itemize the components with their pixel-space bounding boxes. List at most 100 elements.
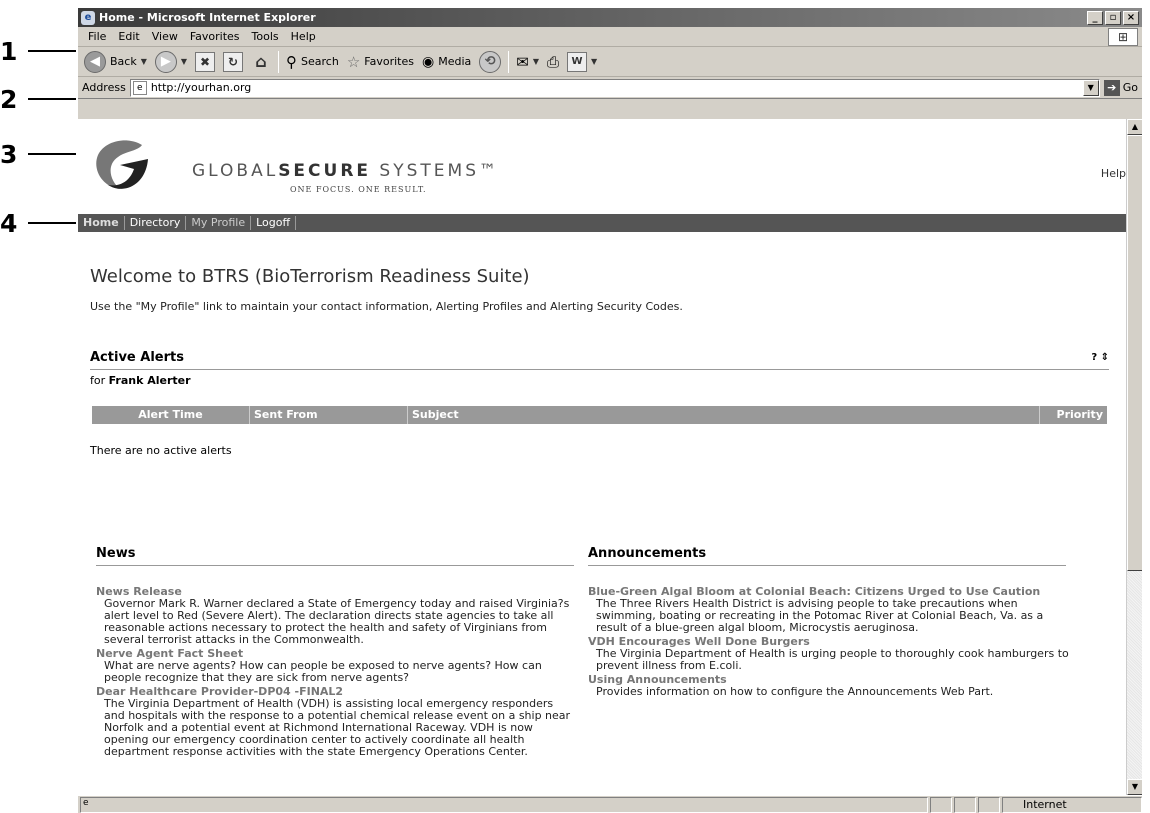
callout-line bbox=[28, 98, 76, 100]
stop-button[interactable]: ✖ bbox=[191, 49, 219, 75]
callout-number: 2 bbox=[0, 84, 18, 114]
search-icon: ⚲ bbox=[286, 52, 298, 71]
mail-icon: ✉ bbox=[516, 52, 529, 71]
back-button[interactable]: ◀ Back ▼ bbox=[80, 49, 151, 75]
address-field[interactable]: e ▼ bbox=[129, 78, 1100, 97]
toolbar-separator bbox=[508, 50, 510, 73]
mail-button[interactable]: ✉ ▼ bbox=[512, 49, 543, 75]
nav-directory[interactable]: Directory bbox=[125, 216, 187, 230]
menu-tools[interactable]: Tools bbox=[246, 30, 285, 43]
callout-4: 4 bbox=[0, 210, 76, 236]
go-button[interactable]: ➔ Go bbox=[1100, 79, 1142, 96]
alerts-for-user: for Frank Alerter bbox=[90, 374, 191, 387]
column-alert-time[interactable]: Alert Time bbox=[92, 406, 250, 424]
scroll-down-icon[interactable]: ▼ bbox=[1127, 779, 1142, 795]
maximize-button[interactable]: ▫ bbox=[1105, 10, 1121, 25]
intro-text: Use the "My Profile" link to maintain yo… bbox=[90, 300, 683, 313]
nav-my-profile[interactable]: My Profile bbox=[186, 216, 252, 230]
status-page-icon: e bbox=[80, 796, 928, 813]
menu-help[interactable]: Help bbox=[285, 30, 322, 43]
announcements-title: Announcements bbox=[588, 546, 1066, 566]
status-cell bbox=[978, 796, 1000, 813]
nav-logoff[interactable]: Logoff bbox=[251, 216, 297, 230]
scroll-thumb[interactable] bbox=[1127, 135, 1142, 571]
title-bar[interactable]: e Home - Microsoft Internet Explorer _ ▫… bbox=[78, 8, 1142, 27]
refresh-button[interactable]: ↻ bbox=[219, 49, 247, 75]
media-icon: ◉ bbox=[421, 53, 435, 70]
window-title: Home - Microsoft Internet Explorer bbox=[99, 11, 316, 24]
search-label: Search bbox=[301, 55, 339, 68]
menu-edit[interactable]: Edit bbox=[112, 30, 145, 43]
callout-line bbox=[28, 222, 76, 224]
news-item-desc: Governor Mark R. Warner declared a State… bbox=[104, 597, 570, 646]
vertical-scrollbar[interactable]: ▲ ▼ bbox=[1126, 119, 1142, 795]
welcome-heading: Welcome to BTRS (BioTerrorism Readiness … bbox=[90, 266, 530, 287]
media-label: Media bbox=[438, 55, 472, 68]
menu-bar: File Edit View Favorites Tools Help ⊞ bbox=[78, 27, 1142, 47]
browser-window: e Home - Microsoft Internet Explorer _ ▫… bbox=[78, 8, 1142, 813]
column-priority[interactable]: Priority bbox=[1040, 406, 1107, 424]
brand-rest: SYSTEMS™ bbox=[371, 161, 499, 181]
home-icon: ⌂ bbox=[255, 52, 267, 71]
column-sent-from[interactable]: Sent From bbox=[250, 406, 408, 424]
print-button[interactable]: ⎙ bbox=[543, 49, 563, 75]
chevron-down-icon: ▼ bbox=[591, 57, 598, 66]
refresh-icon: ↻ bbox=[223, 51, 244, 72]
status-zone: Internet bbox=[1002, 796, 1142, 813]
back-label: Back bbox=[110, 55, 137, 68]
favorites-button[interactable]: ☆ Favorites bbox=[343, 49, 418, 75]
announcement-item-desc: The Three Rivers Health District is advi… bbox=[596, 597, 1044, 634]
help-link[interactable]: Help bbox=[1101, 167, 1126, 180]
scroll-up-icon[interactable]: ▲ bbox=[1127, 119, 1142, 135]
callout-1: 1 bbox=[0, 38, 76, 64]
column-subject[interactable]: Subject bbox=[408, 406, 1040, 424]
brand-bold: SECURE bbox=[278, 161, 372, 181]
callout-number: 1 bbox=[0, 36, 18, 66]
printer-icon: ⎙ bbox=[546, 52, 559, 71]
globalsecure-logo-icon bbox=[96, 140, 148, 189]
edit-button[interactable]: W ▼ bbox=[563, 49, 601, 75]
status-bar: e Internet bbox=[78, 795, 1142, 813]
home-button[interactable]: ⌂ bbox=[247, 49, 275, 75]
announcements-list: Blue-Green Algal Bloom at Colonial Beach… bbox=[588, 585, 1074, 700]
toolbar-separator bbox=[278, 50, 280, 73]
status-cell bbox=[954, 796, 976, 813]
menu-file[interactable]: File bbox=[82, 30, 112, 43]
ie-icon: e bbox=[81, 10, 95, 25]
go-label: Go bbox=[1122, 81, 1138, 94]
windows-logo-icon: ⊞ bbox=[1108, 28, 1138, 46]
site-header: GLOBALSECURE SYSTEMS™ ONE FOCUS. ONE RES… bbox=[78, 119, 1126, 214]
history-button[interactable]: ⟲ bbox=[475, 49, 505, 75]
forward-button[interactable]: ▶ ▼ bbox=[151, 49, 191, 75]
toolbar: ◀ Back ▼ ▶ ▼ ✖ ↻ ⌂ ⚲ Search ☆ Favorites … bbox=[78, 47, 1142, 77]
callout-line bbox=[28, 50, 76, 52]
page-icon: e bbox=[132, 80, 147, 95]
news-title: News bbox=[96, 546, 574, 566]
page-viewport: GLOBALSECURE SYSTEMS™ ONE FOCUS. ONE RES… bbox=[78, 119, 1142, 795]
menu-view[interactable]: View bbox=[146, 30, 184, 43]
chevron-down-icon: ▼ bbox=[140, 57, 147, 66]
address-dropdown-icon[interactable]: ▼ bbox=[1082, 79, 1099, 96]
media-button[interactable]: ◉ Media bbox=[418, 49, 475, 75]
brand-name: GLOBALSECURE SYSTEMS™ bbox=[192, 161, 499, 181]
announcement-item-desc: Provides information on how to configure… bbox=[596, 685, 994, 698]
nav-home[interactable]: Home bbox=[78, 216, 125, 230]
alerts-tools-icons[interactable]: ? ⇕ bbox=[1091, 352, 1109, 363]
chevron-down-icon: ▼ bbox=[532, 57, 539, 66]
favorites-label: Favorites bbox=[364, 55, 414, 68]
active-alerts-header: Active Alerts ? ⇕ bbox=[90, 350, 1109, 370]
alerts-table-header: Alert Time Sent From Subject Priority bbox=[92, 406, 1107, 424]
address-bar: Address e ▼ ➔ Go bbox=[78, 77, 1142, 99]
alerts-for-label: for bbox=[90, 374, 109, 387]
callout-number: 3 bbox=[0, 139, 18, 169]
history-icon: ⟲ bbox=[479, 50, 502, 73]
close-button[interactable]: × bbox=[1123, 10, 1139, 25]
address-label: Address bbox=[82, 81, 126, 94]
address-input[interactable] bbox=[150, 81, 1083, 94]
menu-favorites[interactable]: Favorites bbox=[184, 30, 246, 43]
forward-arrow-icon: ▶ bbox=[154, 50, 177, 73]
search-button[interactable]: ⚲ Search bbox=[282, 49, 343, 75]
go-arrow-icon: ➔ bbox=[1103, 79, 1120, 96]
status-cell bbox=[930, 796, 952, 813]
minimize-button[interactable]: _ bbox=[1087, 10, 1103, 25]
